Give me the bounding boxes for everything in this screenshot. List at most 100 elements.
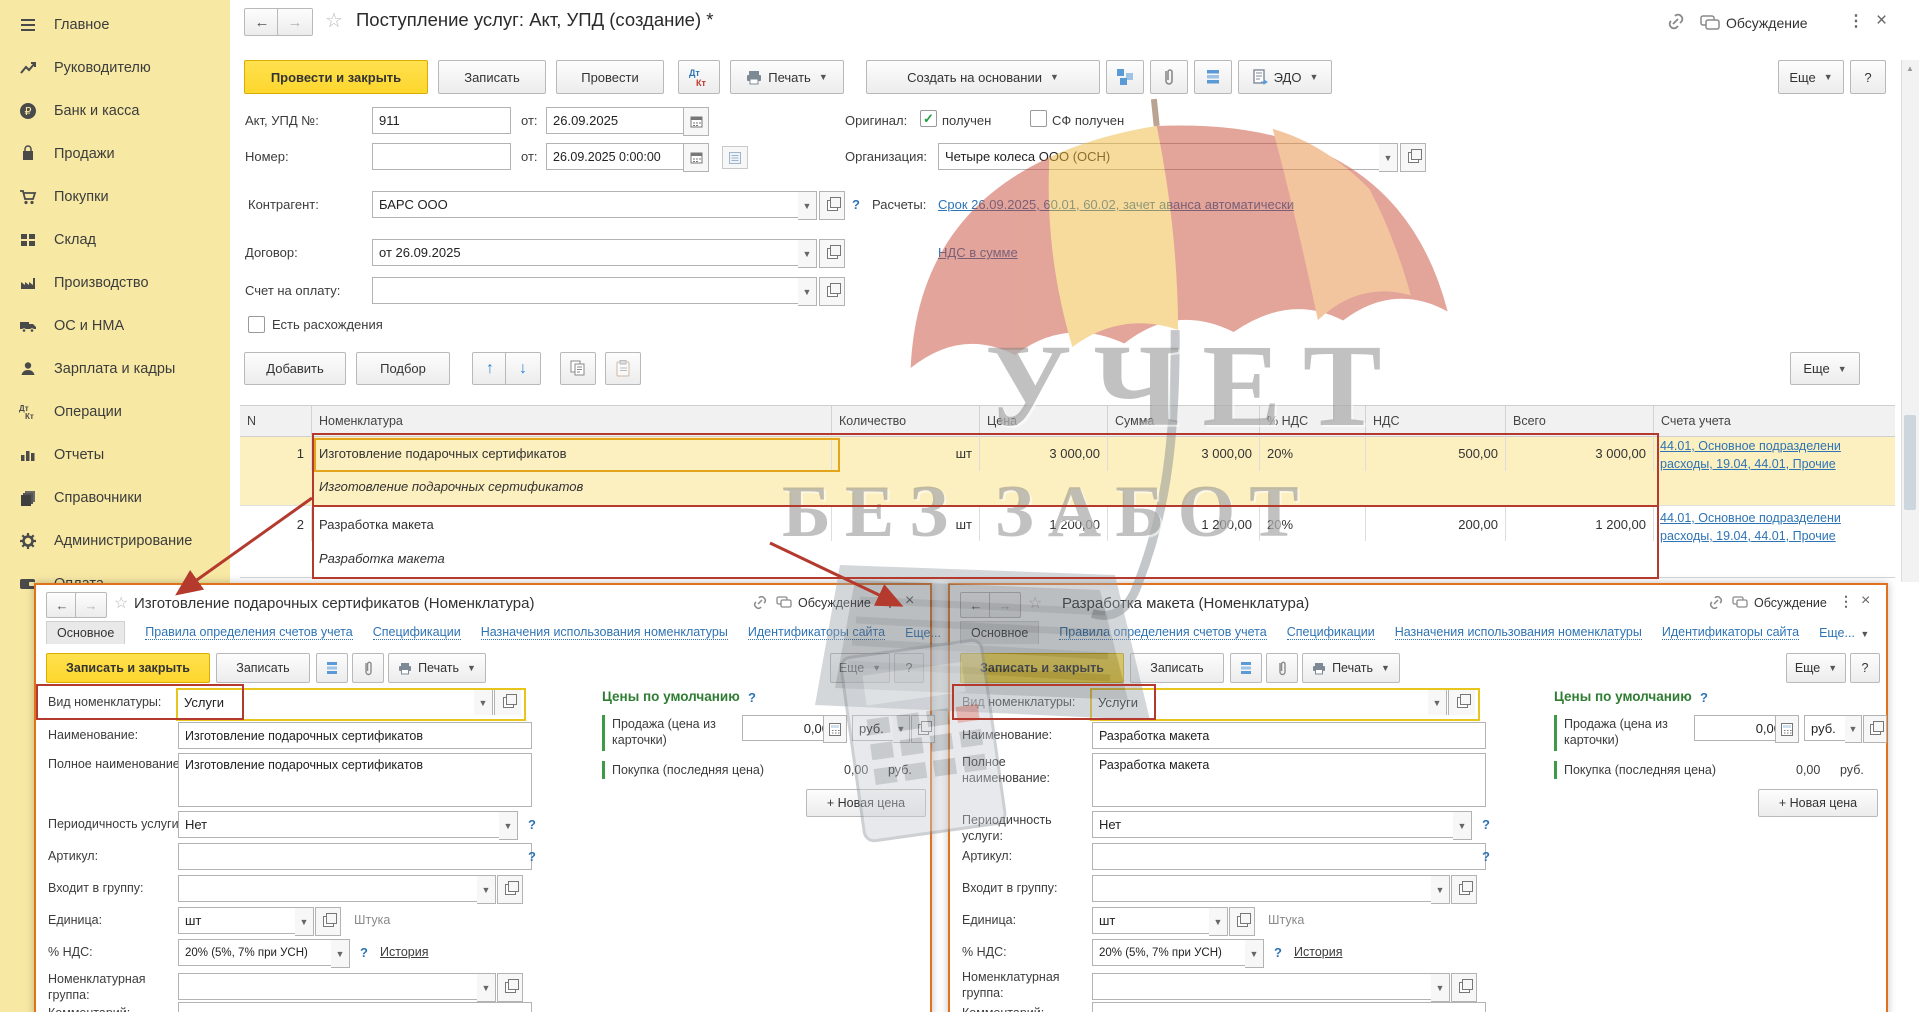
invoice-dropdown[interactable]: ▼: [798, 277, 817, 306]
vat-dropdown[interactable]: ▼: [331, 939, 350, 968]
name-input[interactable]: Изготовление подарочных сертификатов: [178, 722, 532, 749]
kind-open-icon[interactable]: [1448, 690, 1475, 715]
link-icon[interactable]: [1708, 595, 1725, 613]
vat-history-link[interactable]: История: [1294, 945, 1342, 961]
group-dropdown[interactable]: ▼: [1431, 875, 1450, 904]
discrepancy-checkbox[interactable]: [248, 316, 265, 333]
help-button[interactable]: ?: [1850, 60, 1886, 94]
discussion-icon[interactable]: [1700, 15, 1720, 34]
print-button[interactable]: Печать▼: [388, 653, 486, 683]
cell-nomenclature[interactable]: Изготовление подарочных сертификатов: [312, 435, 832, 471]
create-based-on-button[interactable]: Создать на основании▼: [866, 60, 1100, 94]
number-input[interactable]: [372, 143, 511, 170]
table-row[interactable]: 1 Изготовление подарочных сертификатов ш…: [240, 435, 1654, 471]
discussion-label[interactable]: Обсуждение: [1726, 15, 1808, 31]
comment-input[interactable]: [178, 1002, 532, 1012]
period-help[interactable]: ?: [528, 817, 536, 832]
copy-icon[interactable]: [560, 352, 596, 385]
vat-input[interactable]: 20% (5%, 7% при УСН): [1092, 939, 1258, 966]
structure-icon-button[interactable]: [1106, 60, 1144, 94]
kind-dropdown[interactable]: ▼: [1428, 690, 1447, 715]
nomgroup-dropdown[interactable]: ▼: [1431, 973, 1450, 1002]
paperclip-icon-button[interactable]: [1266, 653, 1298, 683]
calendar-icon[interactable]: [683, 143, 709, 172]
table-more-button[interactable]: Еще▼: [1790, 352, 1860, 385]
link-icon[interactable]: [752, 595, 769, 613]
forward-button[interactable]: →: [277, 8, 313, 36]
act-date-input[interactable]: 26.09.2025: [546, 107, 696, 134]
act-number-input[interactable]: 911: [372, 107, 511, 134]
cell-accounts[interactable]: 44.01, Основное подразделени расходы, 19…: [1660, 439, 1890, 503]
scrollbar-thumb[interactable]: [1904, 415, 1916, 510]
new-price-button[interactable]: + Новая цена: [1758, 789, 1878, 817]
period-dropdown[interactable]: ▼: [499, 811, 518, 840]
sidebar-item-otchety[interactable]: Отчеты: [0, 438, 230, 472]
add-row-button[interactable]: Добавить: [244, 352, 346, 385]
kind-dropdown[interactable]: ▼: [474, 690, 493, 715]
sidebar-item-administrirovanie[interactable]: Администрирование: [0, 524, 230, 558]
calculator-icon[interactable]: [1775, 715, 1799, 743]
sale-price-input[interactable]: 0,00: [1694, 715, 1788, 741]
sidebar-item-spravochniki[interactable]: Справочники: [0, 481, 230, 515]
doc-datetime-input[interactable]: 26.09.2025 0:00:00: [546, 143, 696, 170]
invoice-input[interactable]: [372, 277, 811, 304]
back-button[interactable]: ←: [46, 592, 78, 618]
contractor-help[interactable]: ?: [852, 197, 860, 212]
vertical-scrollbar[interactable]: ▲: [1901, 60, 1919, 582]
save-button[interactable]: Записать: [438, 60, 546, 94]
currency-open-icon[interactable]: [1863, 715, 1887, 743]
organization-dropdown[interactable]: ▼: [1379, 143, 1398, 172]
tab-site-ids[interactable]: Идентификаторы сайта: [748, 625, 885, 640]
contract-input[interactable]: от 26.09.2025: [372, 239, 811, 266]
currency-open-icon[interactable]: [911, 715, 935, 743]
favorite-star-icon[interactable]: ☆: [325, 8, 343, 33]
paperclip-icon-button[interactable]: [1150, 60, 1188, 94]
col-vat-rate[interactable]: % НДС: [1260, 406, 1366, 436]
window-help-button[interactable]: ?: [894, 653, 924, 683]
article-input[interactable]: [1092, 843, 1486, 870]
nomgroup-dropdown[interactable]: ▼: [477, 973, 496, 1002]
vat-input[interactable]: 20% (5%, 7% при УСН): [178, 939, 344, 966]
contractor-input[interactable]: БАРС ООО: [372, 191, 811, 218]
close-icon[interactable]: ×: [1876, 10, 1887, 32]
window-help-button[interactable]: ?: [1850, 653, 1880, 683]
post-button[interactable]: Провести: [556, 60, 664, 94]
forward-button[interactable]: →: [989, 592, 1021, 618]
report-icon-button[interactable]: [1194, 60, 1232, 94]
sidebar-item-os-nma[interactable]: ОС и НМА: [0, 309, 230, 343]
sidebar-item-bank[interactable]: ₽ Банк и касса: [0, 94, 230, 128]
sidebar-item-prodazhi[interactable]: Продажи: [0, 137, 230, 171]
tab-more[interactable]: Еще... ▼: [1819, 626, 1869, 640]
vat-in-sum-link[interactable]: НДС в сумме: [938, 245, 1018, 260]
col-vat[interactable]: НДС: [1366, 406, 1506, 436]
period-dropdown[interactable]: ▼: [1453, 811, 1472, 840]
currency-dropdown[interactable]: ▼: [1845, 715, 1862, 743]
tab-specifications[interactable]: Спецификации: [373, 625, 461, 640]
unit-input[interactable]: шт: [1092, 907, 1222, 934]
print-button[interactable]: Печать▼: [730, 60, 844, 94]
sidebar-item-operacii[interactable]: ДтКт Операции: [0, 395, 230, 429]
fullname-textarea[interactable]: Разработка макета: [1092, 753, 1486, 807]
favorite-star-icon[interactable]: ☆: [1028, 593, 1042, 613]
discussion-icon[interactable]: [1732, 596, 1749, 612]
window-more-button[interactable]: Еще▼: [830, 653, 890, 683]
report-icon-button[interactable]: [316, 653, 348, 683]
tab-site-ids[interactable]: Идентификаторы сайта: [1662, 625, 1799, 640]
paperclip-icon-button[interactable]: [352, 653, 384, 683]
settlements-link[interactable]: Срок 26.09.2025, 60.01, 60.02, зачет ава…: [938, 197, 1294, 212]
col-total[interactable]: Всего: [1506, 406, 1654, 436]
group-dropdown[interactable]: ▼: [477, 875, 496, 904]
move-up-icon[interactable]: ↑: [472, 352, 508, 385]
sidebar-item-rukovoditelyu[interactable]: Руководителю: [0, 51, 230, 85]
group-open-icon[interactable]: [1451, 875, 1477, 904]
col-n[interactable]: N: [240, 406, 312, 436]
report-icon-button[interactable]: [1230, 653, 1262, 683]
unit-open-icon[interactable]: [1229, 907, 1255, 936]
vat-help[interactable]: ?: [360, 945, 368, 960]
print-button[interactable]: Печать▼: [1302, 653, 1400, 683]
unit-dropdown[interactable]: ▼: [1209, 907, 1228, 936]
move-down-icon[interactable]: ↓: [505, 352, 541, 385]
contract-open-icon[interactable]: [819, 239, 845, 268]
period-help[interactable]: ?: [1482, 817, 1490, 832]
close-icon[interactable]: ×: [1861, 592, 1870, 610]
